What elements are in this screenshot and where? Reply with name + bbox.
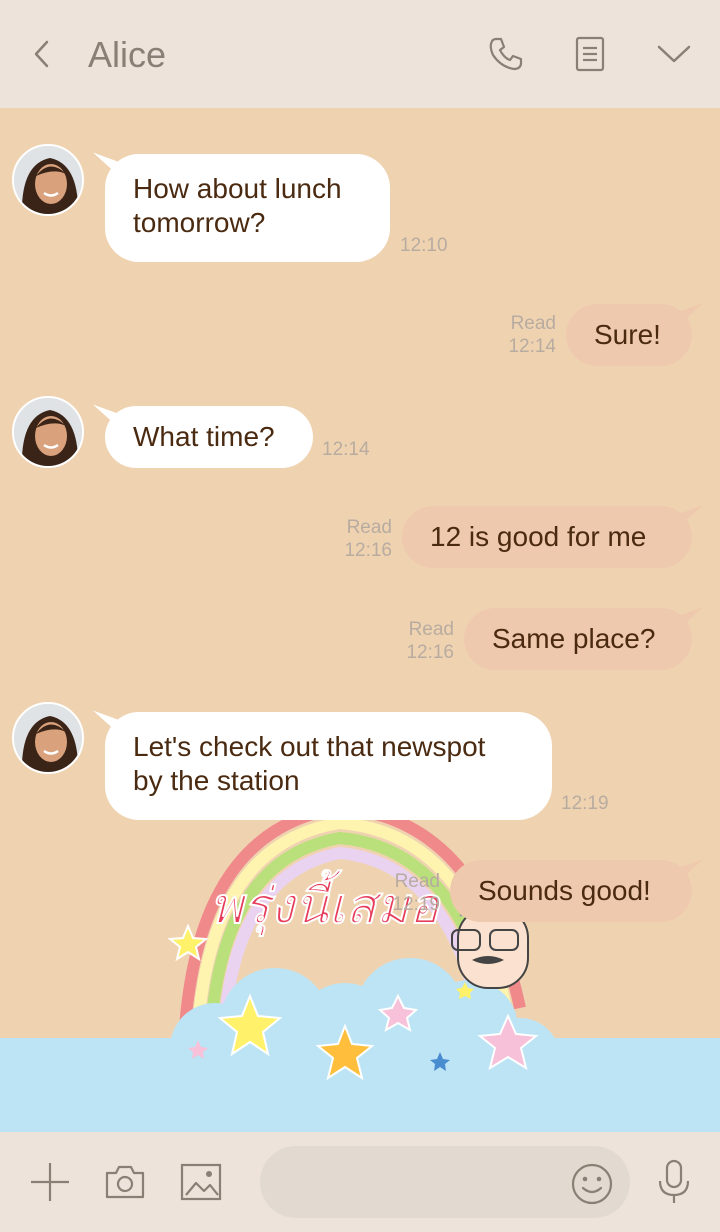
read-receipt: Read 12:16	[398, 618, 454, 664]
message-text-line: Same place?	[492, 623, 656, 654]
message-bubble-incoming[interactable]: How about lunch tomorrow?	[105, 154, 390, 262]
read-label: Read	[394, 871, 440, 892]
read-receipt: Read 12:16	[336, 516, 392, 562]
notes-icon	[575, 36, 605, 72]
message-bubble-outgoing[interactable]: Sounds good!	[450, 860, 692, 922]
message-bubble-outgoing[interactable]: 12 is good for me	[402, 506, 692, 568]
voice-button[interactable]	[648, 1156, 700, 1208]
message-timestamp: 12:10	[400, 235, 448, 256]
message-bubble-outgoing[interactable]: Sure!	[566, 304, 692, 366]
plus-icon	[31, 1163, 69, 1201]
gallery-button[interactable]	[175, 1156, 227, 1208]
camera-button[interactable]	[99, 1156, 151, 1208]
read-label: Read	[346, 517, 392, 538]
message-text-line: What time?	[133, 421, 275, 452]
message-bubble-incoming[interactable]: Let's check out that newspot by the stat…	[105, 712, 552, 820]
message-text-line: Sure!	[594, 319, 661, 350]
message-input-bar	[0, 1132, 720, 1232]
chat-title: Alice	[88, 34, 167, 75]
add-button[interactable]	[24, 1156, 76, 1208]
menu-dropdown-button[interactable]	[650, 30, 698, 78]
read-label: Read	[510, 313, 556, 334]
emoji-button[interactable]	[568, 1160, 616, 1208]
back-button[interactable]	[18, 30, 66, 78]
message-timestamp: 12:19	[392, 894, 440, 915]
camera-icon	[105, 1165, 145, 1199]
message-timestamp: 12:16	[344, 540, 392, 561]
emoji-icon	[571, 1163, 613, 1205]
message-text-line: Let's check out that newspot	[133, 731, 486, 762]
read-receipt: Read 12:14	[500, 312, 556, 358]
microphone-icon	[658, 1159, 690, 1203]
contact-avatar[interactable]	[12, 396, 84, 468]
contact-avatar[interactable]	[12, 702, 84, 774]
chat-area[interactable]: พรุ่งนี้เสมอ How about lunch tomorrow? 1…	[0, 108, 720, 1132]
message-timestamp: 12:14	[508, 336, 556, 357]
message-text-line: by the station	[133, 765, 300, 796]
notes-button[interactable]	[566, 30, 614, 78]
message-bubble-incoming[interactable]: What time?	[105, 406, 313, 468]
image-icon	[180, 1163, 222, 1201]
message-text-line: Sounds good!	[478, 875, 651, 906]
chat-header: Alice	[0, 0, 720, 108]
message-text-line: tomorrow?	[133, 207, 266, 238]
message-bubble-outgoing[interactable]: Same place?	[464, 608, 692, 670]
chevron-left-icon	[34, 40, 49, 68]
read-label: Read	[408, 619, 454, 640]
message-timestamp: 12:19	[561, 793, 609, 814]
phone-icon	[489, 37, 523, 71]
message-timestamp: 12:14	[322, 439, 370, 460]
message-text-line: How about lunch	[133, 173, 342, 204]
message-text-line: 12 is good for me	[430, 521, 647, 552]
read-receipt: Read 12:19	[384, 870, 440, 916]
chevron-down-icon	[657, 45, 691, 63]
contact-avatar[interactable]	[12, 144, 84, 216]
message-timestamp: 12:16	[406, 642, 454, 663]
call-button[interactable]	[482, 30, 530, 78]
